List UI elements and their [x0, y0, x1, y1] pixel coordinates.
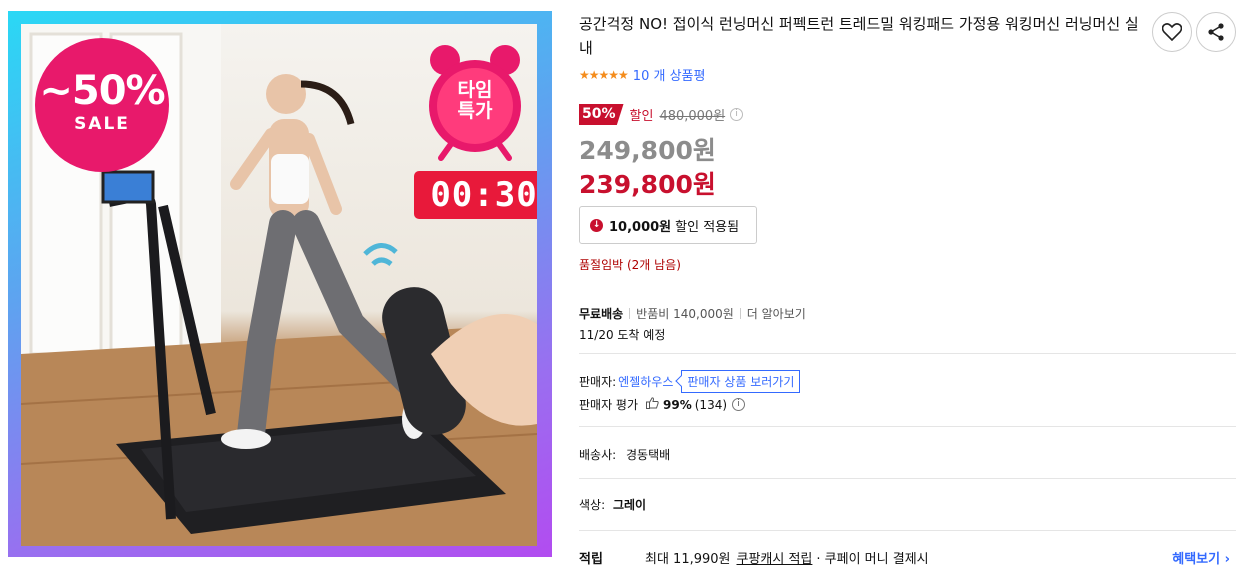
free-shipping-label: 무료배송 [579, 307, 624, 321]
share-button[interactable] [1196, 12, 1236, 52]
reward-row: 적립 최대 11,990원 쿠팡캐시 적립 · 쿠페이 머니 결제시 혜택보기 … [579, 548, 1236, 567]
stock-warning: 품절임박 (2개 남음) [579, 258, 681, 272]
seller-row: 판매자: 엔젤하우스 판매자 상품 보러가기 [579, 370, 801, 393]
time-deal-label: 타임 특가 [443, 80, 507, 122]
product-detail-page: ~50% SALE 타임 특가 00:30 공간걱정 NO! 접이식 런닝머신 … [0, 0, 1243, 583]
product-image: ~50% SALE 타임 특가 00:30 [21, 24, 537, 546]
coupon-applied-box[interactable]: ↓ 10,000원 할인 적용됨 [579, 206, 757, 244]
color-row: 색상: 그레이 [579, 496, 646, 513]
seller-name-link[interactable]: 엔젤하우스 [618, 373, 673, 390]
alarm-clock-icon: 타임 특가 [423, 44, 527, 162]
reward-label: 적립 [579, 552, 603, 567]
heart-icon [1162, 23, 1182, 41]
discount-label: 할인 [629, 109, 654, 124]
shipping-row: 무료배송 반품비 140,000원 더 알아보기 [579, 305, 806, 322]
original-price: 480,000원 [659, 109, 726, 124]
share-icon [1208, 23, 1224, 41]
time-deal-line2: 특가 [457, 100, 493, 122]
thumbs-up-icon [646, 397, 659, 412]
seller-store-button[interactable]: 판매자 상품 보러가기 [681, 370, 801, 393]
discount-badge: 50% [579, 104, 624, 125]
benefit-link[interactable]: 혜택보기 › [1172, 548, 1230, 567]
sale-price: 249,800원 [579, 136, 716, 165]
review-count-link[interactable]: 10 개 상품평 [633, 65, 706, 84]
section-divider [579, 478, 1236, 479]
sale-badge: ~50% SALE [35, 38, 169, 172]
sale-badge-percent: ~50% [39, 68, 165, 114]
product-image-frame[interactable]: ~50% SALE 타임 특가 00:30 [8, 11, 552, 557]
return-fee: 반품비 140,000원 [636, 307, 734, 321]
coupon-amount: 10,000원 [609, 219, 672, 235]
section-divider [579, 353, 1236, 354]
discount-row: 50% 할인 480,000원 i [579, 104, 744, 125]
sale-badge-word: SALE [74, 114, 130, 134]
seller-rating-count: (134) [694, 397, 728, 412]
star-rating-icon: ★★★★★ [579, 67, 629, 82]
seller-rating-row: 판매자 평가 99% (134) i [579, 396, 746, 413]
color-label: 색상: [579, 498, 606, 512]
arrival-date: 11/20 도착 예정 [579, 328, 666, 342]
divider [629, 308, 631, 319]
seller-rating-percent: 99% [663, 397, 692, 412]
final-price: 239,800원 [579, 170, 716, 199]
coupon-down-arrow-icon: ↓ [590, 218, 603, 232]
time-deal-line1: 타임 [457, 79, 493, 101]
carrier-label: 배송사: [579, 448, 617, 462]
product-title: 공간걱정 NO! 접이식 런닝머신 퍼펙트런 트레드밀 워킹패드 가정용 워킹머… [579, 15, 1139, 57]
section-divider [579, 426, 1236, 427]
reward-pay-condition: · 쿠페이 머니 결제시 [816, 552, 929, 567]
seller-label: 판매자: [579, 375, 617, 389]
learn-more-link[interactable]: 더 알아보기 [747, 305, 806, 322]
coupon-text: 할인 적용됨 [675, 219, 740, 235]
carrier-value: 경동택배 [626, 448, 671, 462]
color-value: 그레이 [612, 498, 647, 512]
wishlist-button[interactable] [1152, 12, 1192, 52]
seller-rating-label: 판매자 평가 [579, 398, 639, 412]
countdown-timer: 00:30 [414, 171, 537, 219]
info-icon[interactable]: i [730, 108, 744, 121]
rating-row: ★★★★★ 10 개 상품평 [579, 65, 706, 85]
reward-amount: 최대 11,990원 [645, 552, 731, 567]
carrier-row: 배송사: 경동택배 [579, 446, 670, 463]
info-icon[interactable]: i [732, 398, 746, 411]
divider [739, 308, 741, 319]
section-divider [579, 530, 1236, 531]
coupang-cash-link[interactable]: 쿠팡캐시 적립 [737, 548, 813, 567]
